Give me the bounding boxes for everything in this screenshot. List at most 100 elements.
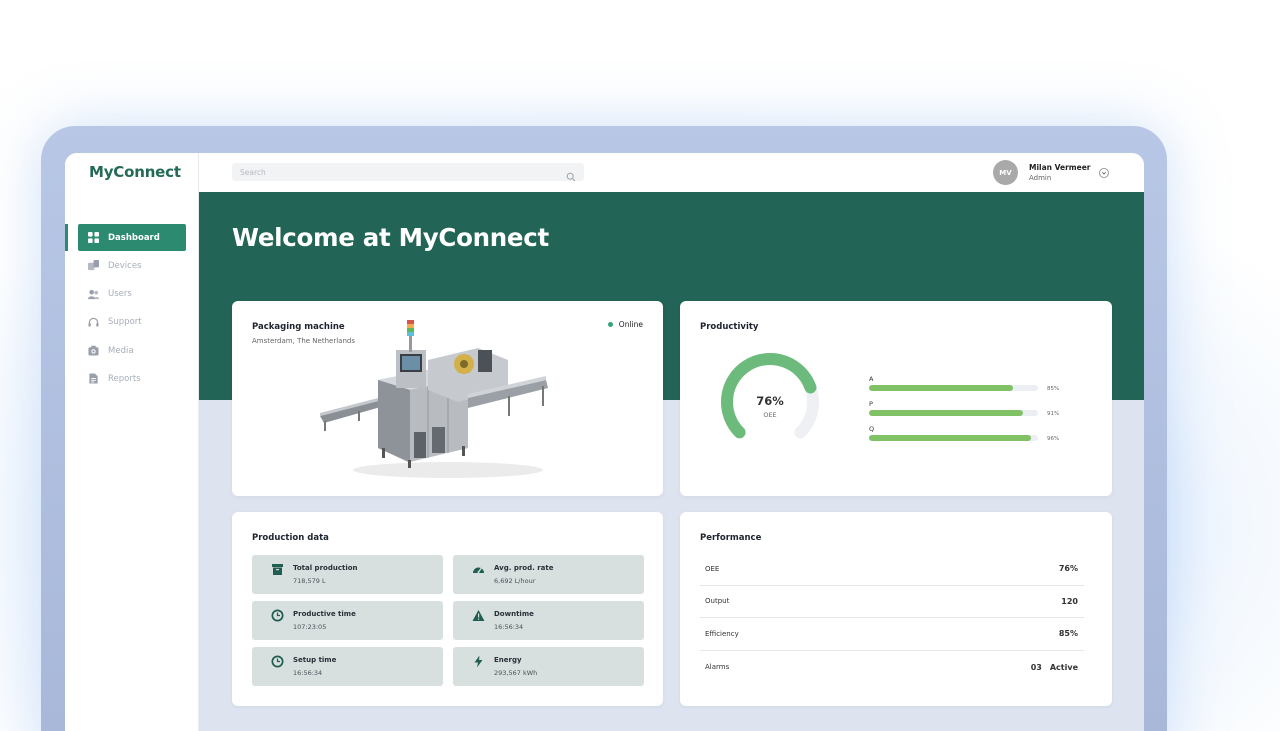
performance-card: Performance OEE 76% Output 120 Efficienc… [680, 512, 1112, 706]
row-value-text: 120 [1061, 596, 1078, 606]
productivity-card[interactable]: Productivity 76% OEE A 85% P 91% Q 96% [680, 301, 1112, 496]
bar-label: Q [869, 425, 875, 433]
sidebar-item-devices[interactable]: Devices [78, 252, 186, 279]
productivity-title: Productivity [700, 322, 759, 332]
user-info: Milan Vermeer Admin [1029, 163, 1090, 182]
search-input[interactable] [240, 167, 550, 177]
dashboard-icon [88, 232, 99, 243]
sidebar-item-label: Reports [108, 373, 141, 384]
tile-total-production[interactable]: Total production 718,579 L [252, 555, 443, 594]
bar-fill [869, 435, 1032, 441]
search-box[interactable] [232, 163, 584, 182]
row-value: 03 Active [1031, 663, 1078, 672]
bar-percent: 91% [1047, 411, 1060, 417]
row-label: Alarms [705, 663, 730, 672]
bar-row-p: P 91% [869, 400, 1069, 425]
sidebar-item-label: Users [108, 289, 132, 300]
machine-card[interactable]: Packaging machine Amsterdam, The Netherl… [232, 301, 663, 496]
app-screen: MyConnect Dashboard Devices Users Suppor… [65, 153, 1144, 731]
tile-avg-prod-rate[interactable]: Avg. prod. rate 6,692 L/hour [453, 555, 644, 594]
tile-value: 293,567 kWh [494, 669, 538, 677]
warning-icon [472, 609, 485, 622]
tile-value: 16:56:34 [293, 669, 323, 677]
app-logo: MyConnect [89, 163, 181, 181]
sidebar-nav: Dashboard Devices Users Support Media Re… [65, 224, 199, 394]
tile-value: 107:23:05 [293, 623, 327, 631]
speedometer-icon [472, 563, 485, 576]
performance-title: Performance [700, 533, 762, 543]
sidebar-item-label: Media [108, 345, 134, 356]
status-badge: Online [607, 320, 643, 329]
row-value-text: 03 [1030, 662, 1042, 672]
box-icon [271, 563, 284, 576]
status-text: Online [618, 320, 643, 329]
devices-icon [88, 260, 99, 271]
table-row[interactable]: Alarms 03 Active [700, 651, 1084, 684]
clock-icon [271, 655, 284, 668]
bar-fill [869, 385, 1013, 391]
tile-value: 16:56:34 [494, 623, 524, 631]
row-label: Output [705, 597, 730, 606]
sidebar-item-users[interactable]: Users [78, 281, 186, 308]
bar-percent: 96% [1047, 436, 1060, 442]
bar-fill [869, 410, 1023, 416]
user-menu[interactable]: MV Milan Vermeer Admin [993, 160, 1110, 185]
bar-track [869, 385, 1038, 391]
document-icon [88, 373, 99, 385]
row-value-text: 85% [1058, 629, 1078, 639]
productivity-bars: A 85% P 91% Q 96% [869, 375, 1069, 450]
avatar[interactable]: MV [993, 160, 1018, 185]
alarm-status: Active [1049, 662, 1078, 672]
sidebar-item-reports[interactable]: Reports [78, 365, 186, 392]
tile-label: Productive time [293, 610, 356, 618]
tile-label: Downtime [494, 610, 534, 618]
bar-row-a: A 85% [869, 375, 1069, 400]
bar-track [869, 435, 1038, 441]
clock-icon [271, 609, 284, 622]
sidebar-item-media[interactable]: Media [78, 337, 186, 364]
bar-label: P [869, 400, 873, 408]
row-label: OEE [705, 564, 720, 573]
tile-productive-time[interactable]: Productive time 107:23:05 [252, 601, 443, 640]
row-value: 76% [1059, 564, 1078, 573]
sidebar: MyConnect Dashboard Devices Users Suppor… [65, 153, 199, 731]
camera-icon [88, 345, 99, 356]
row-label: Efficiency [705, 629, 739, 638]
bolt-icon [472, 655, 485, 668]
sidebar-item-support[interactable]: Support [78, 309, 186, 336]
row-value: 120 [1061, 597, 1078, 606]
sidebar-item-label: Devices [108, 260, 142, 271]
user-role: Admin [1029, 174, 1052, 182]
oee-label: OEE [763, 411, 777, 419]
tile-energy[interactable]: Energy 293,567 kWh [453, 647, 644, 686]
chevron-down-icon[interactable] [1099, 167, 1110, 178]
tile-setup-time[interactable]: Setup time 16:56:34 [252, 647, 443, 686]
status-dot-icon [607, 322, 613, 327]
table-row: Output 120 [700, 586, 1084, 619]
top-bar: MV Milan Vermeer Admin [199, 153, 1144, 192]
sidebar-item-label: Dashboard [108, 232, 160, 243]
production-card: Production data Total production 718,579… [232, 512, 663, 706]
sidebar-item-dashboard[interactable]: Dashboard [65, 224, 186, 251]
row-value: 85% [1059, 629, 1078, 638]
machine-image [318, 320, 550, 480]
tile-downtime[interactable]: Downtime 16:56:34 [453, 601, 644, 640]
table-row: Efficiency 85% [700, 618, 1084, 651]
oee-value: 76% [756, 394, 784, 408]
performance-table: OEE 76% Output 120 Efficiency 85% Alarms… [700, 553, 1084, 683]
tile-label: Energy [494, 656, 522, 664]
tile-label: Avg. prod. rate [494, 564, 554, 572]
tile-value: 718,579 L [293, 577, 326, 585]
bar-label: A [869, 375, 874, 383]
table-row: OEE 76% [700, 553, 1084, 586]
headset-icon [88, 317, 99, 328]
users-icon [88, 289, 99, 300]
row-value-text: 76% [1058, 564, 1078, 574]
tile-label: Setup time [293, 656, 337, 664]
tile-label: Total production [293, 564, 358, 572]
user-name: Milan Vermeer [1029, 163, 1091, 172]
production-title: Production data [252, 533, 329, 543]
tile-value: 6,692 L/hour [494, 577, 536, 585]
search-icon[interactable] [566, 167, 576, 182]
bar-percent: 85% [1047, 386, 1060, 392]
